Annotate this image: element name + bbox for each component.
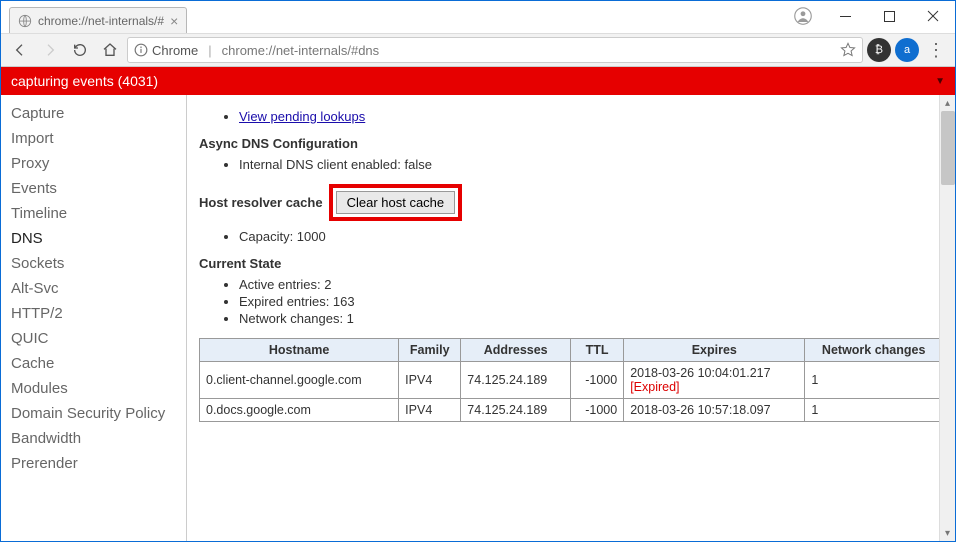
table-cell: IPV4 (399, 399, 461, 422)
sidebar-item-import[interactable]: Import (1, 126, 186, 151)
back-button[interactable] (7, 37, 33, 63)
view-pending-lookups-link[interactable]: View pending lookups (239, 109, 365, 124)
sidebar-item-modules[interactable]: Modules (1, 376, 186, 401)
scroll-down-icon[interactable]: ▾ (940, 525, 955, 541)
sidebar-item-bandwidth[interactable]: Bandwidth (1, 426, 186, 451)
sidebar-item-capture[interactable]: Capture (1, 101, 186, 126)
sidebar-item-sockets[interactable]: Sockets (1, 251, 186, 276)
globe-icon (18, 14, 32, 28)
chrome-menu-button[interactable]: ⋮ (923, 40, 949, 61)
table-cell: 1 (805, 399, 943, 422)
capture-status-bar[interactable]: capturing events (4031) ▼ (1, 67, 955, 95)
sidebar-item-alt-svc[interactable]: Alt-Svc (1, 276, 186, 301)
table-cell: 74.125.24.189 (461, 399, 571, 422)
toolbar: Chrome | chrome://net-internals/#dns ₿ a… (1, 33, 955, 67)
state-item: Expired entries: 163 (239, 294, 943, 309)
table-header: Addresses (461, 339, 571, 362)
capacity-item: Capacity: 1000 (239, 229, 943, 244)
sidebar-item-cache[interactable]: Cache (1, 351, 186, 376)
origin-chip: Chrome (134, 43, 198, 58)
table-cell: 0.docs.google.com (200, 399, 399, 422)
extension-icon-1[interactable]: ₿ (867, 38, 891, 62)
sidebar-item-timeline[interactable]: Timeline (1, 201, 186, 226)
close-window-button[interactable] (911, 1, 955, 31)
host-resolver-label: Host resolver cache (199, 195, 323, 210)
current-state-heading: Current State (199, 256, 943, 271)
table-cell: 2018-03-26 10:57:18.097 (624, 399, 805, 422)
table-cell: -1000 (571, 362, 624, 399)
address-bar[interactable]: Chrome | chrome://net-internals/#dns (127, 37, 863, 63)
minimize-button[interactable] (823, 1, 867, 31)
forward-button[interactable] (37, 37, 63, 63)
vertical-scrollbar[interactable]: ▴ ▾ (939, 95, 955, 541)
sidebar-item-quic[interactable]: QUIC (1, 326, 186, 351)
table-cell: 74.125.24.189 (461, 362, 571, 399)
expired-tag: [Expired] (630, 380, 679, 394)
table-cell: -1000 (571, 399, 624, 422)
sidebar-nav: CaptureImportProxyEventsTimelineDNSSocke… (1, 95, 187, 541)
async-dns-item: Internal DNS client enabled: false (239, 157, 943, 172)
table-header: TTL (571, 339, 624, 362)
table-row: 0.docs.google.comIPV474.125.24.189-10002… (200, 399, 943, 422)
table-header: Expires (624, 339, 805, 362)
bookmark-star-icon[interactable] (840, 42, 856, 58)
info-icon (134, 43, 148, 57)
separator: | (204, 43, 215, 58)
scrollbar-thumb[interactable] (941, 111, 955, 185)
tab-strip: chrome://net-internals/# × (1, 1, 783, 33)
state-item: Active entries: 2 (239, 277, 943, 292)
url-text: chrome://net-internals/#dns (222, 43, 380, 58)
highlight-box: Clear host cache (329, 184, 463, 221)
sidebar-item-proxy[interactable]: Proxy (1, 151, 186, 176)
sidebar-item-dns[interactable]: DNS (1, 226, 186, 251)
sidebar-item-domain-security-policy[interactable]: Domain Security Policy (1, 401, 186, 426)
table-header: Family (399, 339, 461, 362)
home-button[interactable] (97, 37, 123, 63)
clear-host-cache-button[interactable]: Clear host cache (336, 191, 456, 214)
table-cell: 2018-03-26 10:04:01.217[Expired] (624, 362, 805, 399)
main-content: View pending lookups Async DNS Configura… (187, 95, 955, 541)
state-item: Network changes: 1 (239, 311, 943, 326)
table-header: Hostname (200, 339, 399, 362)
table-row: 0.client-channel.google.comIPV474.125.24… (200, 362, 943, 399)
profile-icon[interactable] (783, 7, 823, 25)
dropdown-arrow-icon: ▼ (935, 76, 945, 87)
titlebar: chrome://net-internals/# × (1, 1, 955, 33)
reload-button[interactable] (67, 37, 93, 63)
tab-title: chrome://net-internals/# (38, 14, 164, 28)
browser-tab[interactable]: chrome://net-internals/# × (9, 7, 187, 33)
capture-status-text: capturing events (4031) (11, 73, 158, 89)
window-controls (783, 1, 955, 31)
table-header: Network changes (805, 339, 943, 362)
sidebar-item-http-2[interactable]: HTTP/2 (1, 301, 186, 326)
extension-icon-2[interactable]: a (895, 38, 919, 62)
table-cell: IPV4 (399, 362, 461, 399)
scroll-up-icon[interactable]: ▴ (940, 95, 955, 111)
sidebar-item-prerender[interactable]: Prerender (1, 451, 186, 476)
host-resolver-table: HostnameFamilyAddressesTTLExpiresNetwork… (199, 338, 943, 422)
table-cell: 0.client-channel.google.com (200, 362, 399, 399)
async-dns-heading: Async DNS Configuration (199, 136, 943, 151)
table-cell: 1 (805, 362, 943, 399)
sidebar-item-events[interactable]: Events (1, 176, 186, 201)
origin-label: Chrome (152, 43, 198, 58)
close-icon[interactable]: × (170, 14, 178, 28)
maximize-button[interactable] (867, 1, 911, 31)
